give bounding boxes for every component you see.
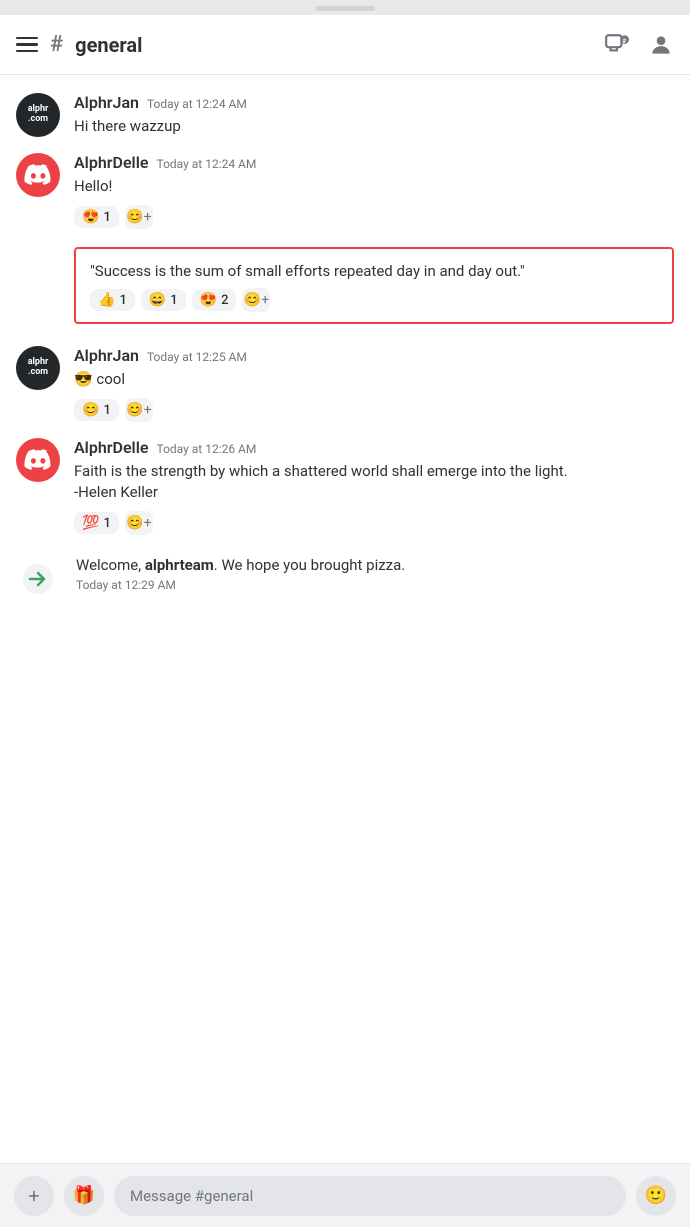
reaction-button[interactable]: 👍 1 — [90, 289, 135, 311]
svg-text:#: # — [622, 36, 626, 44]
message-content: AlphrDelle Today at 12:26 AM Faith is th… — [74, 438, 674, 535]
members-icon[interactable] — [648, 32, 674, 58]
message-header: AlphrJan Today at 12:24 AM — [74, 93, 674, 112]
avatar — [16, 153, 60, 197]
avatar — [16, 438, 60, 482]
reaction-emoji: 💯 — [82, 515, 99, 531]
header-right: # — [604, 32, 674, 58]
reaction-emoji: 😊 — [82, 402, 99, 418]
add-reaction-button[interactable]: 😊+ — [125, 511, 153, 535]
add-reaction-icon: 😊+ — [126, 402, 151, 418]
highlighted-message-box: "Success is the sum of small efforts rep… — [74, 247, 674, 324]
timestamp: Today at 12:24 AM — [147, 97, 247, 111]
reactions: 💯 1 😊+ — [74, 511, 674, 535]
channel-name: general — [75, 33, 142, 57]
gift-icon: 🎁 — [73, 1185, 95, 1206]
reaction-count: 1 — [119, 293, 126, 308]
reaction-button[interactable]: 😍 1 — [74, 206, 119, 228]
system-message: Welcome, alphrteam. We hope you brought … — [0, 545, 690, 611]
emoji-icon: 🙂 — [645, 1185, 667, 1206]
message-text: Hello! — [74, 176, 674, 197]
reaction-button[interactable]: 😄 1 — [141, 289, 186, 311]
message-input[interactable]: Message #general — [114, 1176, 626, 1216]
reactions: 👍 1 😄 1 😍 2 😊+ — [90, 288, 658, 312]
add-reaction-icon: 😊+ — [126, 515, 151, 531]
reaction-count: 1 — [103, 210, 110, 225]
add-reaction-icon: 😊+ — [126, 209, 151, 225]
message-group: AlphrDelle Today at 12:24 AM Hello! 😍 1 … — [0, 147, 690, 233]
reactions: 😊 1 😊+ — [74, 398, 674, 422]
reaction-button[interactable]: 😍 2 — [192, 289, 237, 311]
plus-icon: + — [28, 1184, 39, 1208]
reaction-count: 2 — [221, 293, 228, 308]
message-text: Faith is the strength by which a shatter… — [74, 461, 674, 503]
reaction-count: 1 — [170, 293, 177, 308]
message-text: 😎 cool — [74, 369, 674, 390]
header: # general # — [0, 15, 690, 75]
username: AlphrDelle — [74, 438, 148, 457]
avatar: alphr .com — [16, 93, 60, 137]
messages-area: alphr .com AlphrJan Today at 12:24 AM Hi… — [0, 75, 690, 1163]
add-reaction-icon: 😊+ — [244, 292, 269, 308]
message-content: AlphrJan Today at 12:25 AM 😎 cool 😊 1 😊+ — [74, 346, 674, 422]
add-reaction-button[interactable]: 😊+ — [125, 205, 153, 229]
username: AlphrJan — [74, 346, 139, 365]
timestamp: Today at 12:24 AM — [156, 157, 256, 171]
add-reaction-button[interactable]: 😊+ — [125, 398, 153, 422]
message-group: AlphrDelle Today at 12:26 AM Faith is th… — [0, 432, 690, 539]
message-header: AlphrJan Today at 12:25 AM — [74, 346, 674, 365]
highlighted-message-container: "Success is the sum of small efforts rep… — [0, 239, 690, 334]
message-content: AlphrJan Today at 12:24 AM Hi there wazz… — [74, 93, 674, 137]
reactions: 😍 1 😊+ — [74, 205, 674, 229]
system-arrow-icon — [16, 557, 60, 601]
add-reaction-button[interactable]: 😊+ — [242, 288, 270, 312]
plus-button[interactable]: + — [14, 1176, 54, 1216]
message-text: Hi there wazzup — [74, 116, 674, 137]
message-header: AlphrDelle Today at 12:26 AM — [74, 438, 674, 457]
reaction-emoji: 😍 — [200, 292, 217, 308]
message-content: AlphrDelle Today at 12:24 AM Hello! 😍 1 … — [74, 153, 674, 229]
hamburger-menu-button[interactable] — [16, 37, 38, 53]
channel-hash-icon: # — [50, 32, 63, 57]
system-text: Welcome, alphrteam. We hope you brought … — [76, 555, 674, 576]
emoji-button[interactable]: 🙂 — [636, 1176, 676, 1216]
username: AlphrJan — [74, 93, 139, 112]
reaction-emoji: 👍 — [98, 292, 115, 308]
reaction-emoji: 😍 — [82, 209, 99, 225]
message-text: "Success is the sum of small efforts rep… — [90, 261, 658, 282]
message-group: alphr .com AlphrJan Today at 12:25 AM 😎 … — [0, 340, 690, 426]
bottom-bar: + 🎁 Message #general 🙂 — [0, 1163, 690, 1227]
reaction-button[interactable]: 💯 1 — [74, 512, 119, 534]
message-header: AlphrDelle Today at 12:24 AM — [74, 153, 674, 172]
reaction-emoji: 😄 — [149, 292, 166, 308]
reaction-count: 1 — [103, 403, 110, 418]
system-timestamp: Today at 12:29 AM — [76, 578, 674, 592]
reaction-count: 1 — [103, 516, 110, 531]
message-input-placeholder: Message #general — [130, 1187, 253, 1205]
message-group: alphr .com AlphrJan Today at 12:24 AM Hi… — [0, 87, 690, 141]
gift-button[interactable]: 🎁 — [64, 1176, 104, 1216]
system-message-content: Welcome, alphrteam. We hope you brought … — [76, 555, 674, 592]
reaction-button[interactable]: 😊 1 — [74, 399, 119, 421]
username: AlphrDelle — [74, 153, 148, 172]
avatar: alphr .com — [16, 346, 60, 390]
header-left: # general — [16, 32, 604, 57]
timestamp: Today at 12:26 AM — [156, 442, 256, 456]
timestamp: Today at 12:25 AM — [147, 350, 247, 364]
channel-notifications-icon[interactable]: # — [604, 32, 630, 58]
